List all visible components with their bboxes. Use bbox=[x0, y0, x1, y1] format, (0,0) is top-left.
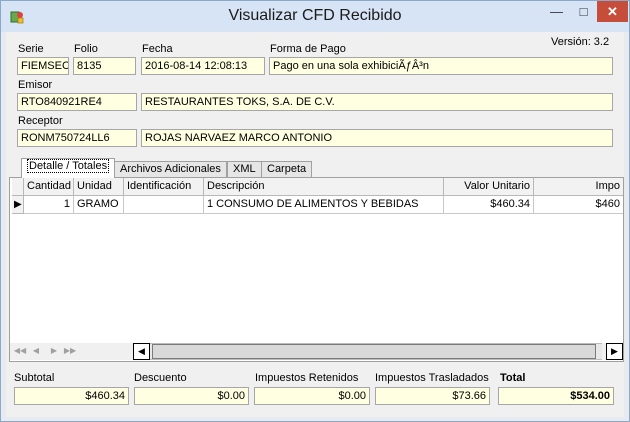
grid-header-corner bbox=[12, 178, 24, 196]
detalle-totales-panel: Cantidad Unidad Identificación Descripci… bbox=[9, 177, 624, 362]
serie-field[interactable]: FIEMSEC bbox=[17, 57, 69, 75]
descuento-field[interactable]: $0.00 bbox=[134, 387, 249, 405]
close-button[interactable]: ✕ bbox=[597, 1, 628, 22]
cell-identificacion[interactable] bbox=[124, 196, 204, 214]
forma-pago-field[interactable]: Pago en una sola exhibiciÃƒÂ³n bbox=[269, 57, 613, 75]
column-header-unidad[interactable]: Unidad bbox=[74, 178, 124, 196]
fecha-label: Fecha bbox=[142, 43, 173, 55]
column-header-descripcion[interactable]: Descripción bbox=[204, 178, 444, 196]
title-bar[interactable]: Visualizar CFD Recibido — □ ✕ bbox=[1, 1, 629, 32]
folio-field[interactable]: 8135 bbox=[73, 57, 136, 75]
column-header-valor-unitario[interactable]: Valor Unitario bbox=[444, 178, 534, 196]
retenidos-label: Impuestos Retenidos bbox=[255, 372, 359, 384]
receptor-nombre-field[interactable]: ROJAS NARVAEZ MARCO ANTONIO bbox=[141, 129, 613, 147]
emisor-label: Emisor bbox=[18, 79, 53, 91]
cell-unidad[interactable]: GRAMO bbox=[74, 196, 124, 214]
tab-archivos-adicionales[interactable]: Archivos Adicionales bbox=[114, 161, 227, 178]
receptor-rfc-field[interactable]: RONM750724LL6 bbox=[17, 129, 137, 147]
subtotal-label: Subtotal bbox=[14, 372, 55, 384]
next-record-icon[interactable]: ▶ bbox=[47, 344, 61, 358]
close-icon: ✕ bbox=[607, 3, 618, 19]
client-area: Versión: 3.2 Serie Folio Fecha Forma de … bbox=[6, 32, 624, 417]
maximize-icon: □ bbox=[579, 4, 588, 19]
emisor-rfc-field[interactable]: RTO840921RE4 bbox=[17, 93, 137, 111]
window-title: Visualizar CFD Recibido bbox=[228, 7, 402, 24]
fecha-field[interactable]: 2016-08-14 12:08:13 bbox=[141, 57, 265, 75]
scrollbar-thumb[interactable] bbox=[152, 344, 596, 359]
maximize-button[interactable]: □ bbox=[570, 1, 597, 22]
tab-detalle-totales[interactable]: Detalle / Totales bbox=[21, 158, 116, 178]
retenidos-field[interactable]: $0.00 bbox=[254, 387, 370, 405]
grid-navigator: ◀◀ ◀ ▶ ▶▶ ◀ ▶ bbox=[10, 343, 623, 360]
window: Visualizar CFD Recibido — □ ✕ Versión: 3… bbox=[0, 0, 630, 422]
folio-label: Folio bbox=[74, 43, 98, 55]
scroll-left-icon: ◀ bbox=[138, 346, 145, 356]
forma-pago-label: Forma de Pago bbox=[270, 43, 346, 55]
cell-cantidad[interactable]: 1 bbox=[24, 196, 74, 214]
receptor-label: Receptor bbox=[18, 115, 63, 127]
column-header-cantidad[interactable]: Cantidad bbox=[24, 178, 74, 196]
row-selector[interactable]: ▶ bbox=[12, 196, 24, 214]
grid-header-row: Cantidad Unidad Identificación Descripci… bbox=[12, 178, 623, 196]
scroll-left-button[interactable]: ◀ bbox=[133, 343, 150, 360]
tab-xml[interactable]: XML bbox=[227, 161, 262, 178]
scroll-right-button[interactable]: ▶ bbox=[606, 343, 623, 360]
scroll-right-icon: ▶ bbox=[611, 346, 618, 356]
cell-descripcion[interactable]: 1 CONSUMO DE ALIMENTOS Y BEBIDAS bbox=[204, 196, 444, 214]
column-header-importe[interactable]: Impo bbox=[534, 178, 623, 196]
minimize-button[interactable]: — bbox=[543, 1, 570, 22]
total-field[interactable]: $534.00 bbox=[498, 387, 614, 405]
cell-valor-unitario[interactable]: $460.34 bbox=[444, 196, 534, 214]
minimize-icon: — bbox=[550, 4, 563, 19]
serie-label: Serie bbox=[18, 43, 44, 55]
previous-record-icon[interactable]: ◀ bbox=[29, 344, 43, 358]
column-header-identificacion[interactable]: Identificación bbox=[124, 178, 204, 196]
emisor-nombre-field[interactable]: RESTAURANTES TOKS, S.A. DE C.V. bbox=[141, 93, 613, 111]
concepts-grid[interactable]: Cantidad Unidad Identificación Descripci… bbox=[12, 178, 623, 341]
tab-carpeta[interactable]: Carpeta bbox=[261, 161, 313, 178]
total-label: Total bbox=[500, 372, 526, 384]
descuento-label: Descuento bbox=[134, 372, 187, 384]
table-row[interactable]: ▶ 1 GRAMO 1 CONSUMO DE ALIMENTOS Y BEBID… bbox=[12, 196, 623, 214]
last-record-icon[interactable]: ▶▶ bbox=[63, 344, 77, 358]
cell-importe[interactable]: $460 bbox=[534, 196, 623, 214]
current-row-icon: ▶ bbox=[14, 199, 22, 210]
trasladados-label: Impuestos Trasladados bbox=[375, 372, 489, 384]
subtotal-field[interactable]: $460.34 bbox=[14, 387, 129, 405]
first-record-icon[interactable]: ◀◀ bbox=[13, 344, 27, 358]
version-label: Versión: 3.2 bbox=[551, 36, 610, 48]
trasladados-field[interactable]: $73.66 bbox=[375, 387, 490, 405]
